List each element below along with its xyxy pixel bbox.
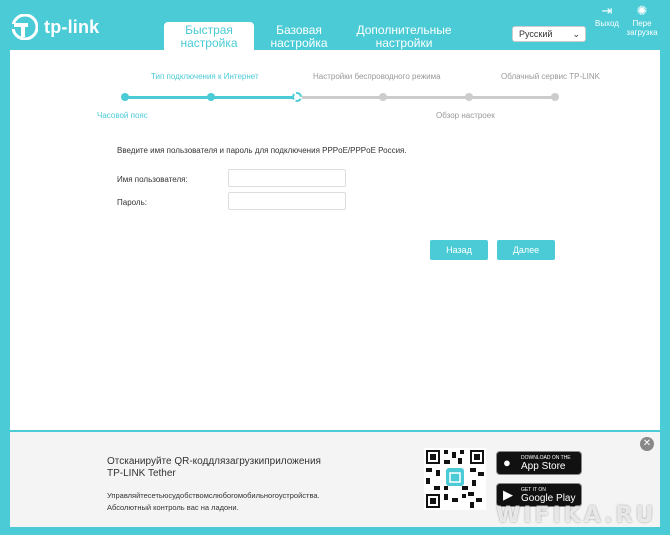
logo-text: tp-link xyxy=(44,16,100,37)
reboot-icon: ✺ xyxy=(636,3,648,18)
wizard-step-dot xyxy=(121,93,129,101)
wizard-step-dot xyxy=(465,93,473,101)
app-store-button[interactable]: ● DOWNLOAD ON THE App Store xyxy=(496,451,582,475)
password-label: Пароль: xyxy=(117,198,147,207)
step-label-wireless: Настройки беспроводного режима xyxy=(313,72,441,81)
reboot-button[interactable]: ✺ Пере загрузка xyxy=(624,3,660,38)
step-label-cloud: Облачный сервис TP-LINK xyxy=(501,72,600,81)
tab-quick-setup[interactable]: Быстрая настройка xyxy=(164,22,254,50)
qr-code xyxy=(424,448,486,510)
step-label-summary: Обзор настроек xyxy=(436,111,495,120)
site-watermark: WIFIKA.RU xyxy=(496,503,657,528)
chevron-down-icon: ⌄ xyxy=(572,29,580,39)
next-button[interactable]: Далее xyxy=(497,240,555,260)
tp-link-logo[interactable]: tp-link xyxy=(12,14,99,40)
main-tabs: Быстрая настройка Базовая настройка Допо… xyxy=(164,22,464,50)
logout-icon: ⇥ xyxy=(601,3,613,18)
wizard-step-dot xyxy=(551,93,559,101)
wizard-step-dot xyxy=(379,93,387,101)
tp-link-logo-icon xyxy=(12,14,38,40)
wizard-step-dot xyxy=(207,93,215,101)
progress-remaining xyxy=(297,96,555,99)
promo-description-line-2: Абсолютный контроль вас на ладони. xyxy=(107,503,239,512)
wizard-panel: Тип подключения к Интернет Настройки бес… xyxy=(10,50,660,430)
username-label: Имя пользователя: xyxy=(117,175,188,184)
password-input[interactable] xyxy=(228,192,346,210)
step-label-timezone: Часовой пояс xyxy=(97,111,148,120)
promo-title: Отсканируйте QR-коддлязагрузкиприложения… xyxy=(107,456,321,479)
logout-label: Выход xyxy=(595,19,619,28)
wizard-step-dot xyxy=(292,92,302,102)
header: tp-link Быстрая настройка Базовая настро… xyxy=(0,0,670,50)
tab-advanced[interactable]: Дополнительные настройки xyxy=(344,22,464,50)
username-input[interactable] xyxy=(228,169,346,187)
back-button[interactable]: Назад xyxy=(430,240,488,260)
logout-button[interactable]: ⇥ Выход xyxy=(589,3,625,29)
promo-description-line-1: Управляйтесетьюсудобствомслюбогомобильно… xyxy=(107,491,320,500)
reboot-label: Пере загрузка xyxy=(626,19,658,37)
step-label-connection-type: Тип подключения к Интернет xyxy=(151,72,259,81)
apple-icon: ● xyxy=(503,455,511,470)
promo-description: Управляйтесетьюсудобствомслюбогомобильно… xyxy=(107,490,367,514)
form-instruction: Введите имя пользователя и пароль для по… xyxy=(117,146,407,155)
wizard-progress xyxy=(121,92,559,102)
google-play-icon: ▶ xyxy=(503,487,513,502)
language-selected: Русский xyxy=(519,29,553,39)
language-select[interactable]: Русский ⌄ xyxy=(512,26,586,42)
close-icon[interactable]: ✕ xyxy=(640,437,654,451)
app-store-big: App Store xyxy=(521,461,566,472)
tab-basic[interactable]: Базовая настройка xyxy=(254,22,344,50)
